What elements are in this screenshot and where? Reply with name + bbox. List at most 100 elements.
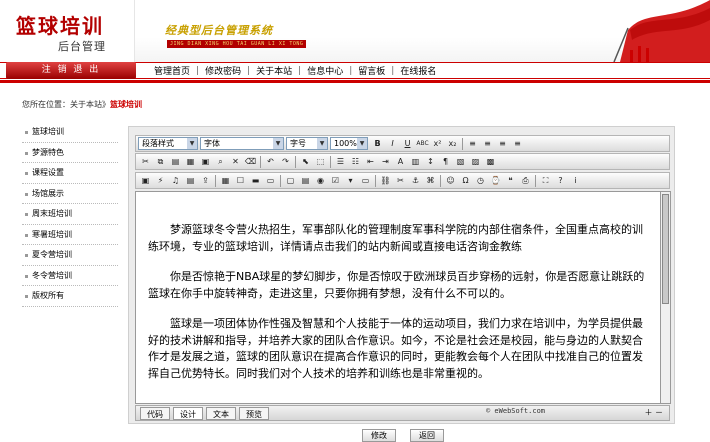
italic-icon[interactable]: I: [385, 137, 400, 151]
toolbar-separator: [375, 174, 376, 187]
radio-icon[interactable]: ◉: [313, 174, 328, 188]
upload-icon[interactable]: ⇪: [198, 174, 213, 188]
unlink-icon[interactable]: ✂: [393, 174, 408, 188]
form-icon[interactable]: ☐: [233, 174, 248, 188]
nav-about[interactable]: 关于本站: [250, 64, 298, 77]
tab-text[interactable]: 文本: [206, 406, 236, 420]
scrollbar-thumb[interactable]: [662, 194, 669, 304]
align-justify-icon[interactable]: ≡: [510, 137, 525, 151]
back-button[interactable]: 返回: [410, 429, 444, 442]
nav-home[interactable]: 管理首页: [148, 64, 196, 77]
editor-resize-controls[interactable]: ＋ －: [644, 407, 663, 418]
modify-button[interactable]: 修改: [362, 429, 396, 442]
content-paragraph: 你是否惊艳于NBA球星的梦幻脚步，你是否惊叹于欧洲球员百步穿杨的远射，你是否愿意…: [148, 270, 645, 300]
sidebar-item-summer-camp[interactable]: 夏令营培训: [22, 245, 118, 266]
table-icon[interactable]: ▦: [218, 174, 233, 188]
fullscreen-icon[interactable]: ⛶: [538, 174, 553, 188]
align-center-icon[interactable]: ≡: [480, 137, 495, 151]
cut-icon[interactable]: ✂: [138, 155, 153, 169]
media-icon[interactable]: ♫: [168, 174, 183, 188]
tab-design[interactable]: 设计: [173, 406, 203, 420]
sidebar-item-winter-camp[interactable]: 冬令营培训: [22, 266, 118, 286]
redo-icon[interactable]: ↷: [278, 155, 293, 169]
nav-change-password[interactable]: 修改密码: [199, 64, 247, 77]
zoom-select[interactable]: 100%: [330, 137, 368, 150]
unordered-list-icon[interactable]: ☷: [348, 155, 363, 169]
hr-icon[interactable]: ▬: [248, 174, 263, 188]
dropdown-icon[interactable]: ▾: [343, 174, 358, 188]
flash-icon[interactable]: ⚡: [153, 174, 168, 188]
bold-icon[interactable]: B: [370, 137, 385, 151]
style-icon[interactable]: ▨: [468, 155, 483, 169]
about-icon[interactable]: i: [568, 174, 583, 188]
logo-area: 篮球培训 后台管理: [0, 0, 135, 62]
link-icon[interactable]: ⛓: [378, 174, 393, 188]
copy-icon[interactable]: ⧉: [153, 155, 168, 169]
file-icon[interactable]: ▤: [183, 174, 198, 188]
logout-button[interactable]: 注 销 退 出: [6, 62, 136, 79]
select-icon[interactable]: ⬉: [298, 155, 313, 169]
align-right-icon[interactable]: ≡: [495, 137, 510, 151]
button-icon[interactable]: ▭: [358, 174, 373, 188]
emoticon-icon[interactable]: ☺: [443, 174, 458, 188]
eraser-icon[interactable]: ⌫: [243, 155, 258, 169]
sidebar-item-copyright[interactable]: 版权所有: [22, 286, 118, 307]
marquee-icon[interactable]: ▭: [263, 174, 278, 188]
help-icon[interactable]: ?: [553, 174, 568, 188]
sidebar-item-venues[interactable]: 场馆展示: [22, 184, 118, 204]
nav-guestbook[interactable]: 留言板: [352, 64, 391, 77]
sidebar-item-courses[interactable]: 课程设置: [22, 163, 118, 184]
sidebar-item-basketball-training[interactable]: 篮球培训: [22, 122, 118, 143]
font-select[interactable]: 字体: [200, 137, 284, 150]
remove-format-icon[interactable]: ✕: [228, 155, 243, 169]
paste-text-icon[interactable]: ▦: [183, 155, 198, 169]
underline-icon[interactable]: U: [400, 137, 415, 151]
anchor-icon[interactable]: ⚓: [408, 174, 423, 188]
toolbar-separator: [535, 174, 536, 187]
editor-content[interactable]: 梦源篮球冬令营火热招生，军事部队化的管理制度军事科学院的内部住宿条件，全国重点高…: [135, 191, 661, 404]
editor-toolbar-3: ▣ ⚡ ♫ ▤ ⇪ ▦ ☐ ▬ ▭ ▢ ▤ ◉ ☑ ▾ ▭ ⛓ ✂ ⚓ ⌘ ☺ …: [135, 172, 670, 189]
nav-info-center[interactable]: 信息中心: [301, 64, 349, 77]
sidebar-item-features[interactable]: 梦源特色: [22, 143, 118, 163]
sidebar-item-holiday[interactable]: 寒暑班培训: [22, 225, 118, 245]
logo-title: 篮球培训: [16, 14, 104, 38]
font-size-select[interactable]: 字号: [286, 137, 328, 150]
tab-preview[interactable]: 预览: [239, 406, 269, 420]
editor-scrollbar[interactable]: [661, 191, 671, 404]
nav-signup[interactable]: 在线报名: [394, 64, 442, 77]
undo-icon[interactable]: ↶: [263, 155, 278, 169]
line-height-icon[interactable]: ↕: [423, 155, 438, 169]
find-icon[interactable]: ⌕: [213, 155, 228, 169]
paragraph-style-select[interactable]: 段落样式: [138, 137, 198, 150]
textarea-icon[interactable]: ▤: [298, 174, 313, 188]
background-color-icon[interactable]: ▥: [408, 155, 423, 169]
sidebar-item-weekend[interactable]: 周末班培训: [22, 204, 118, 225]
text-color-icon[interactable]: A: [393, 155, 408, 169]
time-icon[interactable]: ⌚: [488, 174, 503, 188]
paste-word-icon[interactable]: ▣: [198, 155, 213, 169]
block-icon[interactable]: ▧: [453, 155, 468, 169]
paste-icon[interactable]: ▤: [168, 155, 183, 169]
ordered-list-icon[interactable]: ☰: [333, 155, 348, 169]
breadcrumb: 您所在位置：关于本站》篮球培训: [22, 99, 142, 110]
print-icon[interactable]: ⎙: [518, 174, 533, 188]
toolbar-separator: [462, 137, 463, 150]
select-area-icon[interactable]: ⬚: [313, 155, 328, 169]
grid-icon[interactable]: ▩: [483, 155, 498, 169]
subscript-icon[interactable]: x₂: [445, 137, 460, 151]
checkbox-icon[interactable]: ☑: [328, 174, 343, 188]
tab-code[interactable]: 代码: [140, 406, 170, 420]
align-left-icon[interactable]: ≡: [465, 137, 480, 151]
strikethrough-icon[interactable]: ABC: [415, 137, 430, 151]
special-char-icon[interactable]: Ω: [458, 174, 473, 188]
date-icon[interactable]: ◷: [473, 174, 488, 188]
image-icon[interactable]: ▣: [138, 174, 153, 188]
content-paragraph: 梦源篮球冬令营火热招生，军事部队化的管理制度军事科学院的内部住宿条件，全国重点高…: [148, 223, 643, 253]
textbox-icon[interactable]: ▢: [283, 174, 298, 188]
quote-icon[interactable]: ❝: [503, 174, 518, 188]
superscript-icon[interactable]: x²: [430, 137, 445, 151]
paragraph-icon[interactable]: ¶: [438, 155, 453, 169]
indent-icon[interactable]: ⇥: [378, 155, 393, 169]
outdent-icon[interactable]: ⇤: [363, 155, 378, 169]
code-icon[interactable]: ⌘: [423, 174, 438, 188]
